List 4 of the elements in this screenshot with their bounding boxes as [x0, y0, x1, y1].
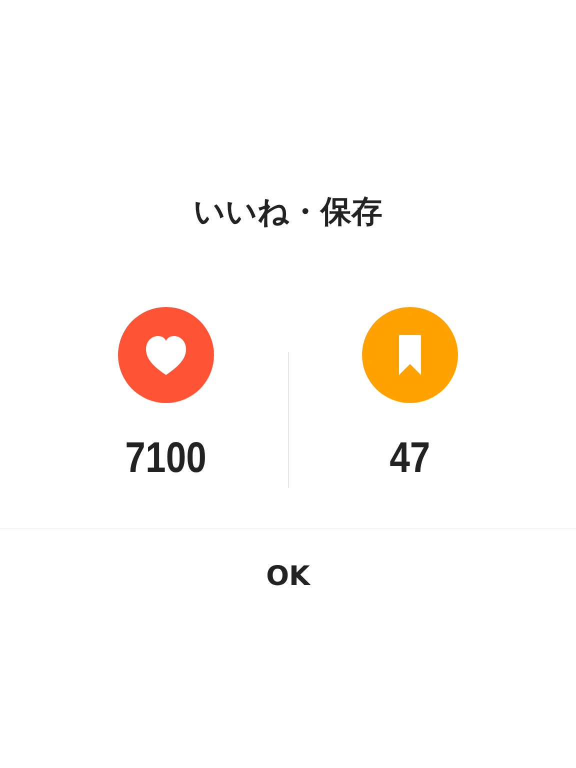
count-text: 7100	[126, 433, 207, 483]
count-text: 47	[389, 433, 430, 483]
dialog-title: いいね・保存	[194, 193, 382, 232]
ok-button[interactable]: OK	[254, 555, 322, 598]
